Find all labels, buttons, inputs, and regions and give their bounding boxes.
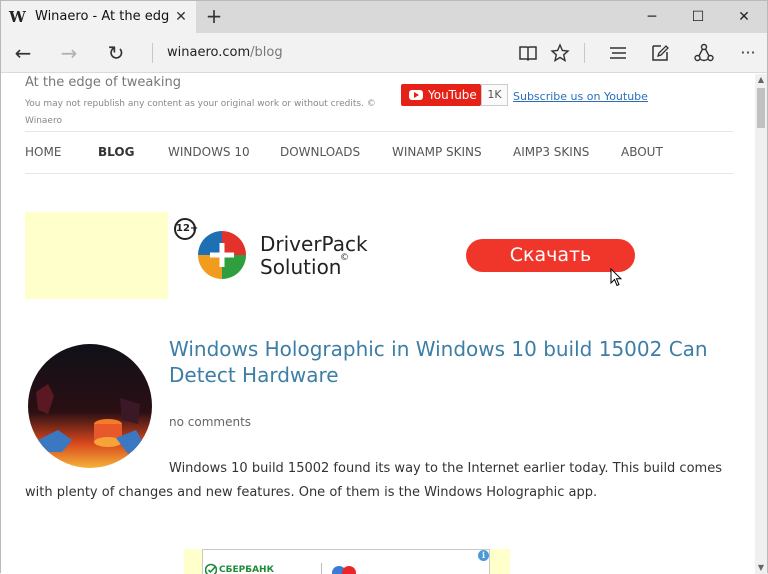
vertical-scrollbar[interactable]: ▲ ▼ — [755, 74, 767, 574]
menu-item-winamp-skins[interactable]: WINAMP SKINS — [392, 144, 482, 160]
ad-brand-name: DriverPack Solution — [260, 233, 410, 279]
post-comments-link[interactable]: no comments — [169, 414, 251, 430]
subscribe-youtube-link[interactable]: Subscribe us on Youtube — [513, 90, 648, 104]
tab-close-icon[interactable]: ✕ — [173, 7, 189, 27]
menu-item-aimp3-skins[interactable]: AIMP3 SKINS — [513, 144, 589, 160]
tab-winaero[interactable]: W Winaero - At the edge o ✕ — [1, 1, 196, 33]
new-tab-icon[interactable]: + — [202, 5, 226, 29]
share-icon[interactable] — [693, 42, 715, 64]
scroll-down-icon[interactable]: ▼ — [755, 562, 767, 574]
address-separator — [152, 43, 153, 63]
toolbar-separator — [584, 43, 585, 63]
youtube-play-icon — [409, 90, 423, 100]
scroll-up-icon[interactable]: ▲ — [755, 74, 767, 86]
web-note-icon[interactable] — [649, 42, 671, 64]
menu-item-blog[interactable]: BLOG — [98, 144, 134, 160]
address-path: /blog — [250, 45, 282, 60]
refresh-icon[interactable]: ↻ — [102, 39, 130, 67]
youtube-button[interactable]: YouTube — [401, 84, 481, 106]
ad-registered-mark: © — [340, 253, 349, 263]
back-icon[interactable]: ← — [9, 39, 37, 67]
favorite-star-icon[interactable] — [549, 42, 571, 64]
address-toolbar: ← → ↻ winaero.com/blog ··· — [1, 33, 767, 73]
reading-view-icon[interactable] — [517, 42, 539, 64]
post-excerpt: Windows 10 build 15002 found its way to … — [25, 457, 733, 505]
site-tagline: At the edge of tweaking — [25, 75, 385, 91]
menu-item-about[interactable]: ABOUT — [621, 144, 663, 160]
winaero-favicon-icon: W — [9, 9, 25, 25]
ad-placeholder — [25, 212, 168, 299]
scrollbar-thumb[interactable] — [757, 88, 765, 128]
forward-icon[interactable]: → — [55, 39, 83, 67]
menu-item-home[interactable]: HOME — [25, 144, 61, 160]
post-title-link[interactable]: Windows Holographic in Windows 10 build … — [169, 336, 709, 388]
ad-info-icon[interactable]: i — [478, 550, 489, 561]
mouse-cursor-icon — [610, 268, 622, 287]
hub-icon[interactable] — [607, 42, 629, 64]
maximize-icon[interactable]: ☐ — [675, 1, 721, 33]
youtube-subscriber-count: 1K — [481, 84, 508, 106]
youtube-label: YouTube — [428, 84, 477, 106]
bottom-ad-divider — [321, 563, 322, 574]
driverpack-logo-icon — [196, 229, 248, 281]
age-rating-badge: 12+ — [174, 218, 196, 240]
ad-brand-line1: DriverPack — [260, 233, 410, 256]
address-bar[interactable]: winaero.com/blog — [167, 44, 487, 62]
page-viewport: At the edge of tweaking You may not repu… — [1, 74, 755, 574]
menu-item-downloads[interactable]: DOWNLOADS — [280, 144, 360, 160]
address-host: winaero.com — [167, 45, 250, 60]
ad-brand-line2: Solution — [260, 256, 410, 279]
minimize-icon[interactable]: ─ — [629, 1, 675, 33]
tab-title: Winaero - At the edge o — [35, 8, 170, 26]
sberbank-logo-icon — [205, 563, 217, 574]
tab-bar: W Winaero - At the edge o ✕ + ─ ☐ ✕ — [1, 1, 767, 33]
close-window-icon[interactable]: ✕ — [721, 1, 767, 33]
more-icon[interactable]: ··· — [734, 39, 762, 67]
post-thumbnail-image[interactable] — [28, 344, 152, 468]
copyright-notice: You may not republish any content as you… — [25, 96, 385, 130]
browser-window: W Winaero - At the edge o ✕ + ─ ☐ ✕ ← → … — [0, 0, 768, 573]
menu-divider-top — [25, 131, 733, 132]
menu-divider-bottom — [25, 173, 733, 174]
menu-item-windows-10[interactable]: WINDOWS 10 — [168, 144, 250, 160]
